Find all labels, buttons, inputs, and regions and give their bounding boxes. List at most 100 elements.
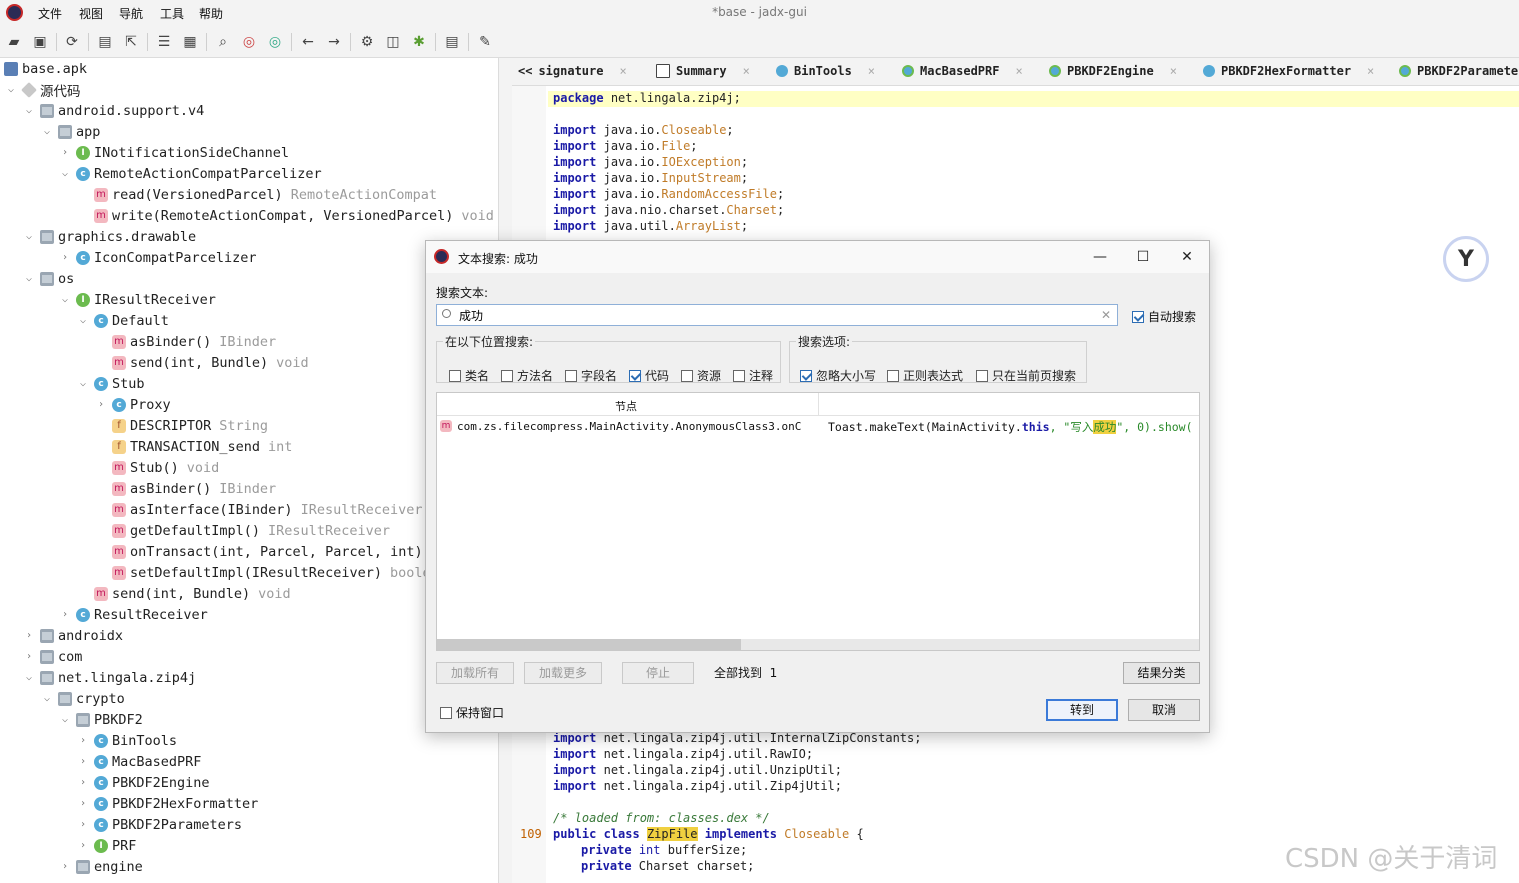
tree-item[interactable]: ⌵ net.lingala.zip4j	[22, 667, 196, 688]
package-icon[interactable]: ▦	[180, 32, 200, 52]
add-files-icon[interactable]: ▣	[30, 32, 50, 52]
chevron-down-icon[interactable]: ⌵	[76, 315, 90, 326]
chevron-right-icon[interactable]: ›	[76, 756, 90, 767]
tree-item[interactable]: m read(VersionedParcel) RemoteActionCompat	[76, 184, 437, 205]
keep-window-checkbox[interactable]: 保持窗口	[440, 704, 504, 721]
chevron-down-icon[interactable]: ⌵	[40, 126, 54, 137]
tree-item[interactable]: › c PBKDF2Engine	[76, 772, 210, 793]
tab-summary[interactable]: Summary ×	[656, 64, 750, 78]
tab-macbasedprf[interactable]: MacBasedPRF ×	[902, 64, 1023, 78]
tree-item[interactable]: m onTransact(int, Parcel, Parcel, int)	[94, 541, 423, 562]
chevron-right-icon[interactable]: ›	[58, 147, 72, 158]
chevron-right-icon[interactable]: ›	[22, 651, 36, 662]
log-icon[interactable]: ▤	[442, 32, 462, 52]
minimize-icon[interactable]: —	[1090, 247, 1110, 267]
save-icon[interactable]: ▤	[95, 32, 115, 52]
tree-item[interactable]: ⌵ c Stub	[76, 373, 145, 394]
close-icon[interactable]: ×	[1170, 64, 1177, 78]
tree-item[interactable]: ⌵ crypto	[40, 688, 125, 709]
scrollbar-thumb[interactable]	[437, 639, 741, 650]
chevron-right-icon[interactable]: ›	[76, 840, 90, 851]
tree-item[interactable]: › c MacBasedPRF	[76, 751, 201, 772]
quark-icon[interactable]: ◫	[383, 32, 403, 52]
load-more-button[interactable]: 加载更多	[524, 662, 602, 684]
option-current-page-only[interactable]: 只在当前页搜索	[976, 367, 1076, 384]
chevron-down-icon[interactable]: ⌵	[22, 231, 36, 242]
chevron-down-icon[interactable]: ⌵	[4, 84, 18, 95]
option-ignore-case[interactable]: 忽略大小写	[800, 367, 876, 384]
chevron-down-icon[interactable]: ⌵	[58, 168, 72, 179]
tree-item[interactable]: f TRANSACTION_send int	[94, 436, 292, 457]
cancel-button[interactable]: 取消	[1128, 699, 1200, 721]
chevron-right-icon[interactable]: ›	[76, 777, 90, 788]
close-icon[interactable]: ×	[868, 64, 875, 78]
export-icon[interactable]: ⇱	[121, 32, 141, 52]
find-class-icon[interactable]: ◎	[239, 32, 259, 52]
chevron-right-icon[interactable]: ›	[58, 252, 72, 263]
tree-item[interactable]: ⌵ 源代码	[4, 79, 81, 100]
chevron-right-icon[interactable]: ›	[76, 735, 90, 746]
option-resource[interactable]: 资源	[681, 367, 721, 384]
forward-icon[interactable]: →	[324, 32, 344, 52]
chevron-right-icon[interactable]: ›	[58, 861, 72, 872]
flatten-icon[interactable]: ☰	[154, 32, 174, 52]
chevron-down-icon[interactable]: ⌵	[22, 105, 36, 116]
tree-item[interactable]: m asBinder() IBinder	[94, 331, 276, 352]
debug-icon[interactable]: ✱	[409, 32, 429, 52]
tab-bintools[interactable]: BinTools ×	[776, 64, 875, 78]
chevron-right-icon[interactable]: ›	[76, 798, 90, 809]
close-icon[interactable]: ×	[1015, 64, 1022, 78]
tree-item[interactable]: › I PRF	[76, 835, 136, 856]
chevron-down-icon[interactable]: ⌵	[58, 714, 72, 725]
tree-item[interactable]: ⌵ c Default	[76, 310, 169, 331]
stop-button[interactable]: 停止	[622, 662, 694, 684]
maximize-icon[interactable]: ☐	[1133, 247, 1153, 267]
floating-assistant-icon[interactable]: Y	[1443, 236, 1489, 282]
tree-item[interactable]: m getDefaultImpl() IResultReceiver	[94, 520, 390, 541]
deobfuscation-icon[interactable]: ⚙	[357, 32, 377, 52]
sort-results-button[interactable]: 结果分类	[1123, 662, 1200, 684]
clear-icon[interactable]: ✕	[1101, 308, 1111, 322]
tree-item[interactable]: m Stub() void	[94, 457, 219, 478]
tree-item[interactable]: › c Proxy	[94, 394, 171, 415]
chevron-down-icon[interactable]: ⌵	[22, 273, 36, 284]
option-comment[interactable]: 注释	[733, 367, 773, 384]
tab-signature[interactable]: << signature ×	[518, 64, 627, 78]
option-field-name[interactable]: 字段名	[565, 367, 617, 384]
chevron-right-icon[interactable]: ›	[94, 399, 108, 410]
tree-item[interactable]: m send(int, Bundle) void	[94, 352, 309, 373]
tree-item[interactable]: › c PBKDF2HexFormatter	[76, 793, 258, 814]
tree-item[interactable]: ⌵ c RemoteActionCompatParcelizer	[58, 163, 322, 184]
tree-item[interactable]: m send(int, Bundle) void	[76, 583, 291, 604]
tree-item[interactable]: › com	[22, 646, 82, 667]
close-icon[interactable]: ×	[1367, 64, 1374, 78]
tree-item[interactable]: › androidx	[22, 625, 123, 646]
tree-item[interactable]: f DESCRIPTOR String	[94, 415, 268, 436]
tree-item[interactable]: ⌵ app	[40, 121, 100, 142]
tab-pbkdf2hexformatter[interactable]: PBKDF2HexFormatter ×	[1203, 64, 1374, 78]
results-table[interactable]: 节点 m com.zs.filecompress.MainActivity.An…	[436, 392, 1200, 651]
load-all-button[interactable]: 加载所有	[436, 662, 514, 684]
chevron-down-icon[interactable]: ⌵	[22, 672, 36, 683]
goto-button[interactable]: 转到	[1046, 699, 1118, 721]
search-icon[interactable]: ⌕	[213, 32, 233, 52]
tree-item[interactable]: ⌵ android.support.v4	[22, 100, 204, 121]
option-regex[interactable]: 正则表达式	[887, 367, 963, 384]
chevron-down-icon[interactable]: ⌵	[40, 693, 54, 704]
chevron-down-icon[interactable]: ⌵	[76, 378, 90, 389]
auto-search-checkbox[interactable]: 自动搜索	[1132, 308, 1196, 325]
tab-pbkdf2engine[interactable]: PBKDF2Engine ×	[1049, 64, 1177, 78]
tree-item[interactable]: base.apk	[4, 58, 87, 79]
close-icon[interactable]: ✕	[1177, 247, 1197, 267]
tree-item[interactable]: ⌵ I IResultReceiver	[58, 289, 216, 310]
tree-item[interactable]: m asInterface(IBinder) IResultReceiver	[94, 499, 422, 520]
header-node[interactable]: 节点	[615, 398, 637, 414]
find-usage-icon[interactable]: ◎	[265, 32, 285, 52]
close-icon[interactable]: ×	[743, 64, 750, 78]
tree-item[interactable]: ⌵ os	[22, 268, 74, 289]
result-row[interactable]: m com.zs.filecompress.MainActivity.Anony…	[437, 416, 1199, 436]
option-class-name[interactable]: 类名	[449, 367, 489, 384]
close-icon[interactable]: ×	[619, 64, 626, 78]
preferences-icon[interactable]: ✎	[475, 32, 495, 52]
option-code[interactable]: 代码	[629, 367, 669, 384]
